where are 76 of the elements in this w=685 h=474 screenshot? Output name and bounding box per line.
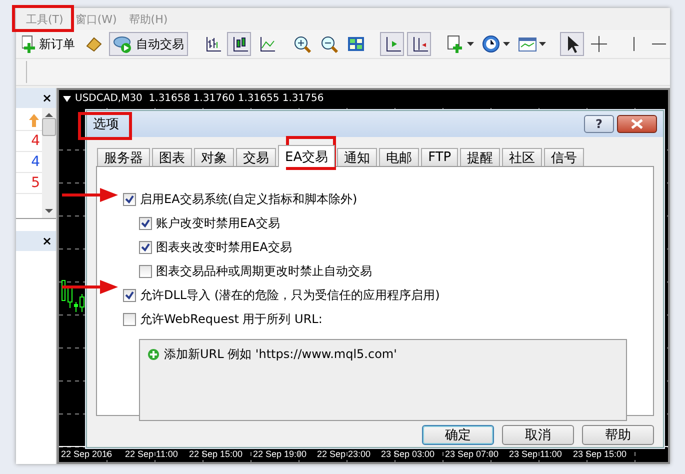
crosshair-icon [589, 34, 609, 54]
toolbar-button[interactable] [407, 32, 431, 56]
zoom-out-icon [319, 34, 339, 54]
checkmark-icon [125, 290, 134, 300]
vertical-line-icon [633, 37, 635, 51]
axis-label: 22 Sep 15:00 [189, 449, 243, 460]
checkmark-icon [141, 242, 150, 252]
axis-label: 22 Sep 23:00 [317, 449, 371, 460]
tab[interactable]: 提醒 [460, 148, 500, 166]
add-document-icon [22, 34, 36, 54]
dialog-button[interactable]: 帮助 [582, 425, 654, 445]
checkbox-label: 图表交易品种或周期更改时禁止自动交易 [156, 262, 372, 280]
axis-label: 22 Sep 19:00 [253, 449, 307, 460]
tab[interactable]: 通知 [337, 148, 378, 166]
checkbox[interactable] [139, 240, 152, 254]
checkmark-icon [141, 218, 150, 228]
up-arrow-icon [28, 112, 40, 128]
tab[interactable]: 信号 [544, 148, 584, 166]
add-url-entry[interactable]: 添加新URL 例如 'https://www.mql5.com' [164, 346, 397, 363]
dialog-button[interactable]: 确定 [422, 425, 494, 445]
dropdown-caret-icon [503, 42, 510, 46]
tab[interactable]: 社区 [502, 148, 542, 166]
axis-label: 22 Sep 2016 [61, 449, 112, 460]
tab[interactable]: 服务器 [97, 148, 150, 166]
checkbox-label: 图表夹改变时禁用EA交易 [156, 238, 292, 256]
dialog-button[interactable]: 取消 [502, 425, 574, 445]
checkbox[interactable] [123, 288, 136, 302]
help-button[interactable]: ? [584, 115, 614, 133]
toolbar-button[interactable] [560, 32, 584, 56]
toolbar-button[interactable] [380, 32, 404, 56]
tab[interactable]: 图表 [152, 148, 192, 166]
new-order-button[interactable]: 新订单 [18, 32, 79, 56]
highlight-frame [12, 5, 74, 32]
tab[interactable]: EA交易 [278, 145, 336, 167]
tab[interactable]: FTP [421, 148, 458, 166]
highlight-frame [78, 112, 132, 140]
dropdown-caret-icon [467, 42, 474, 46]
dropdown-caret-icon [539, 42, 546, 46]
close-button[interactable] [617, 115, 657, 133]
checkbox[interactable] [123, 312, 136, 326]
dropdown-caret-icon [63, 96, 71, 102]
checkbox[interactable] [139, 264, 152, 278]
checkbox-label: 允许DLL导入 (潜在的危险，只为受信任的应用程序启用) [140, 286, 440, 304]
checkbox-label: 账户改变时禁用EA交易 [156, 214, 280, 232]
tab[interactable]: 交易 [236, 148, 276, 166]
checkbox-label: 启用EA交易系统(自定义指标和脚本除外) [140, 190, 358, 208]
axis-label: 23 Sep 15:00 [573, 449, 627, 460]
auto-trading-button[interactable]: 自动交易 [109, 32, 188, 56]
tab[interactable]: 电邮 [379, 148, 420, 166]
close-button[interactable]: × [42, 234, 52, 248]
checkbox[interactable] [139, 216, 152, 230]
axis-label: 22 Sep 11:00 [125, 449, 178, 460]
add-document-icon [445, 34, 465, 54]
zoom-in-icon [292, 34, 312, 54]
arrow-icon [62, 188, 118, 202]
checkmark-icon [125, 194, 134, 204]
checkbox-label: 允许WebRequest 用于所列 URL: [140, 310, 322, 328]
axis-label: 23 Sep 03:00 [381, 449, 435, 460]
scrollbar-thumb[interactable] [42, 118, 56, 136]
tab[interactable]: 对象 [194, 148, 234, 166]
tile-windows-icon [346, 34, 366, 54]
toolbar-button[interactable] [227, 32, 251, 56]
candlestick-chart-drawing [61, 280, 85, 313]
arrow-icon [62, 280, 118, 294]
axis-label: 23 Sep 11:00 [509, 449, 562, 460]
horizontal-line-icon [652, 43, 666, 45]
close-button[interactable]: × [42, 91, 52, 105]
dialog-title: 选项 [93, 116, 120, 133]
clock-icon [481, 34, 501, 54]
checkbox[interactable] [123, 192, 136, 206]
close-icon [631, 119, 643, 129]
scroll-down-icon [45, 208, 53, 214]
chart-header: USDCAD,M30 1.31658 1.31760 1.31655 1.31756 [75, 93, 324, 104]
add-icon [148, 349, 159, 360]
axis-label: 23 Sep 07:00 [445, 449, 499, 460]
highlight-frame [286, 136, 336, 170]
